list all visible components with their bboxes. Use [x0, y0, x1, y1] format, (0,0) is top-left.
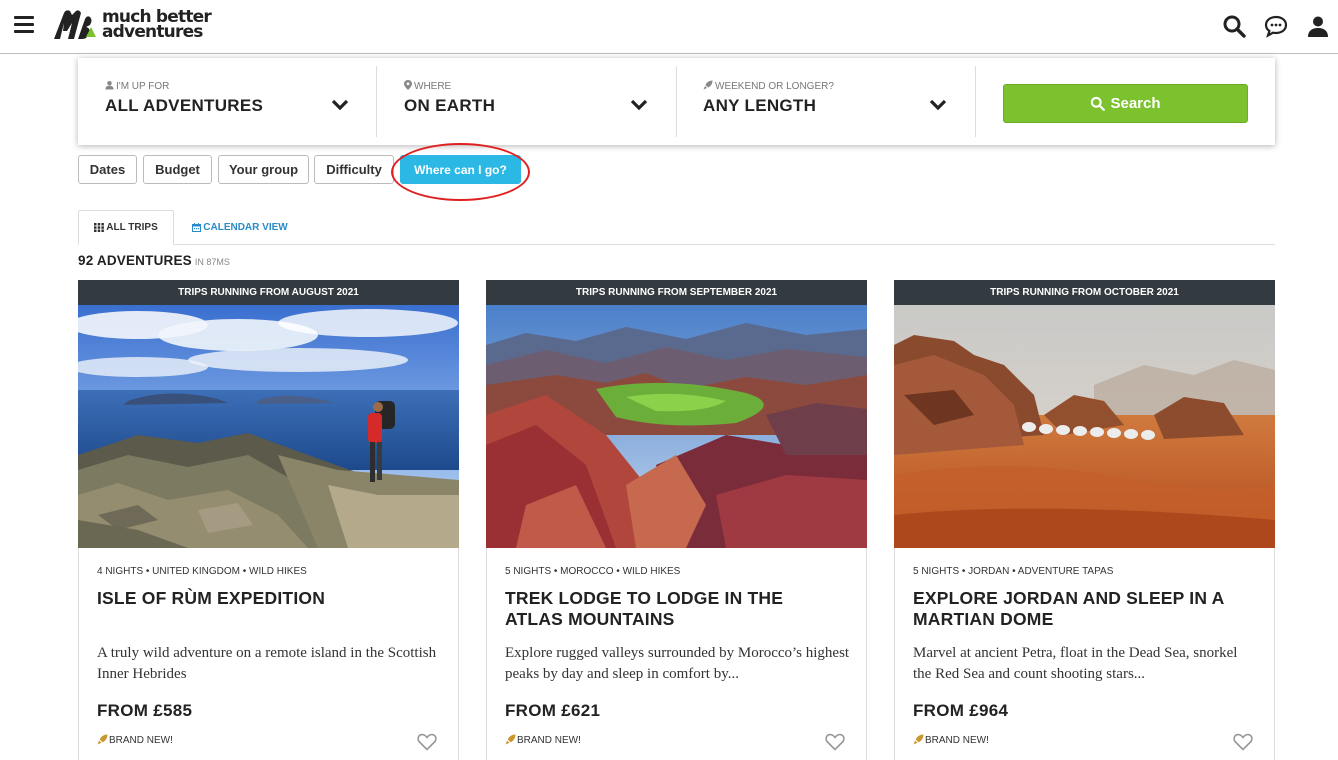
trip-card-image[interactable]	[894, 305, 1275, 548]
trip-card-badge: BRAND NEW!	[913, 734, 989, 746]
chevron-down-icon	[331, 99, 349, 111]
hamburger-menu-icon[interactable]	[14, 16, 34, 34]
filter-difficulty-button[interactable]: Difficulty	[314, 155, 394, 184]
trip-card-image[interactable]	[78, 305, 459, 548]
trip-card-meta: 4 NIGHTS • UNITED KINGDOM • WILD HIKES	[97, 566, 307, 577]
results-timing: IN 87MS	[194, 257, 230, 267]
heart-icon[interactable]	[417, 733, 437, 751]
destination-select[interactable]: WHERE ON EARTH	[404, 66, 654, 137]
logo-mark-icon	[54, 10, 96, 40]
search-icon[interactable]	[1222, 14, 1246, 38]
filter-budget-button[interactable]: Budget	[143, 155, 212, 184]
trip-card-description: Explore rugged valleys surrounded by Mor…	[505, 645, 850, 682]
trip-card[interactable]: TRIPS RUNNING FROM AUGUST 2021 4 NIGHTS …	[78, 280, 459, 760]
filter-dates-button[interactable]: Dates	[78, 155, 137, 184]
adventure-type-label-row: I'M UP FOR	[105, 80, 169, 92]
trip-card-price: FROM £621	[505, 701, 601, 720]
tab-all-trips-label: ALL TRIPS	[106, 222, 158, 233]
heart-icon[interactable]	[825, 733, 845, 751]
search-button-label: Search	[1110, 95, 1161, 112]
trip-card-banner: TRIPS RUNNING FROM OCTOBER 2021	[894, 280, 1275, 305]
heart-icon[interactable]	[1233, 733, 1253, 751]
trip-card-description: Marvel at ancient Petra, float in the De…	[913, 645, 1238, 682]
trip-card-meta: 5 NIGHTS • MOROCCO • WILD HIKES	[505, 566, 681, 577]
results-count-number: 92 ADVENTURES	[78, 253, 192, 268]
trip-card-badge-label: BRAND NEW!	[109, 735, 173, 746]
trip-length-value: ANY LENGTH	[703, 96, 817, 115]
rocket-icon	[505, 734, 516, 745]
brand-line-2: adventures	[102, 22, 203, 42]
rocket-icon	[97, 734, 108, 745]
tab-all-trips[interactable]: ALL TRIPS	[78, 210, 174, 245]
search-button[interactable]: Search	[1003, 84, 1248, 123]
trip-card-meta: 5 NIGHTS • JORDAN • ADVENTURE TAPAS	[913, 566, 1114, 577]
chevron-down-icon	[929, 99, 947, 111]
field-divider	[676, 66, 677, 137]
field-divider	[975, 66, 976, 137]
tab-calendar-view[interactable]: CALENDAR VIEW	[184, 210, 296, 245]
trip-card-title[interactable]: TREK LODGE TO LODGE IN THE ATLAS MOUNTAI…	[505, 588, 845, 630]
adventure-type-value: ALL ADVENTURES	[105, 96, 264, 115]
rocket-icon	[913, 734, 924, 745]
grid-icon	[94, 223, 105, 232]
top-navbar: much better adventures	[0, 0, 1338, 54]
trip-card-price: FROM £964	[913, 701, 1009, 720]
trip-card[interactable]: TRIPS RUNNING FROM OCTOBER 2021 5 NIGHTS…	[894, 280, 1275, 760]
calendar-icon	[192, 223, 202, 232]
trip-card-badge-label: BRAND NEW!	[925, 735, 989, 746]
trip-card[interactable]: TRIPS RUNNING FROM SEPTEMBER 2021 5 NIGH…	[486, 280, 867, 760]
destination-label-row: WHERE	[404, 80, 451, 92]
filter-group-button[interactable]: Your group	[218, 155, 309, 184]
trip-length-select[interactable]: WEEKEND OR LONGER? ANY LENGTH	[703, 66, 953, 137]
brand-logo[interactable]: much better adventures	[52, 9, 212, 42]
trip-card-banner: TRIPS RUNNING FROM AUGUST 2021	[78, 280, 459, 305]
chevron-down-icon	[630, 99, 648, 111]
brand-wordmark: much better adventures	[102, 9, 212, 42]
adventure-type-select[interactable]: I'M UP FOR ALL ADVENTURES	[105, 66, 355, 137]
user-icon[interactable]	[1306, 14, 1330, 38]
destination-label: WHERE	[414, 81, 452, 92]
trip-card-badge-label: BRAND NEW!	[517, 735, 581, 746]
trip-card-title[interactable]: ISLE OF RÙM EXPEDITION	[97, 588, 437, 609]
trip-card-description: A truly wild adventure on a remote islan…	[97, 645, 437, 682]
trip-card-badge: BRAND NEW!	[505, 734, 581, 746]
search-icon	[1091, 96, 1106, 111]
destination-value: ON EARTH	[404, 96, 496, 115]
trip-length-label: WEEKEND OR LONGER?	[715, 81, 834, 92]
adventure-type-label: I'M UP FOR	[116, 81, 170, 92]
field-divider	[376, 66, 377, 137]
user-icon	[105, 80, 114, 90]
map-pin-icon	[404, 80, 412, 90]
chat-icon[interactable]	[1264, 14, 1288, 38]
tab-calendar-view-label: CALENDAR VIEW	[203, 222, 288, 233]
trip-card-banner: TRIPS RUNNING FROM SEPTEMBER 2021	[486, 280, 867, 305]
trip-card-price: FROM £585	[97, 701, 193, 720]
trip-card-title[interactable]: EXPLORE JORDAN AND SLEEP IN A MARTIAN DO…	[913, 588, 1253, 630]
search-panel: I'M UP FOR ALL ADVENTURES WHERE ON EARTH…	[78, 58, 1275, 145]
results-count: 92 ADVENTURES IN 87MS	[78, 252, 230, 270]
filter-where-can-i-go-button[interactable]: Where can I go?	[400, 155, 521, 184]
trip-card-badge: BRAND NEW!	[97, 734, 173, 746]
trip-length-label-row: WEEKEND OR LONGER?	[703, 80, 834, 92]
trip-card-image[interactable]	[486, 305, 867, 548]
rocket-icon	[703, 80, 713, 90]
